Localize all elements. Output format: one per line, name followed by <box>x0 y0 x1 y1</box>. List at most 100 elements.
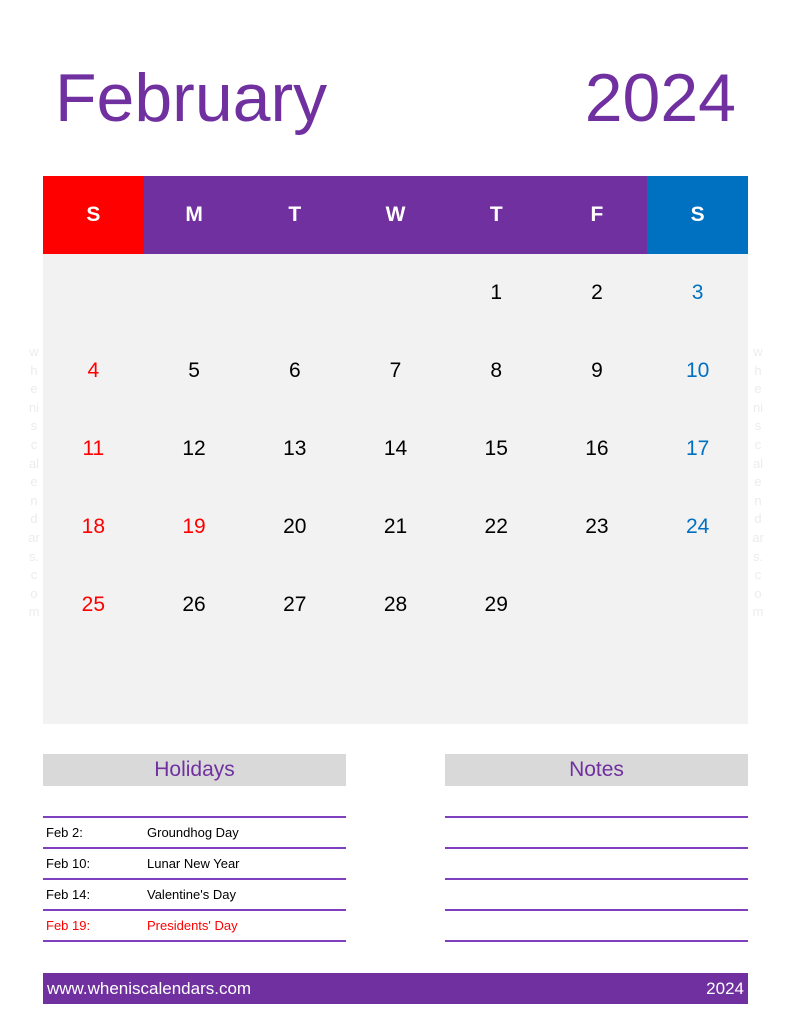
day-cell[interactable]: 7 <box>345 332 446 410</box>
holiday-date: Feb 19: <box>46 918 91 933</box>
day-cell[interactable]: 19 <box>144 488 245 566</box>
empty-day-cell <box>547 566 648 644</box>
empty-day-cell <box>345 644 446 722</box>
holiday-name: Lunar New Year <box>147 856 240 871</box>
holiday-row: Feb 2: Groundhog Day <box>46 818 346 847</box>
day-cell[interactable]: 26 <box>144 566 245 644</box>
watermark-char: ar <box>28 529 40 545</box>
watermark-char: m <box>752 604 764 620</box>
holiday-date: Feb 10: <box>46 856 91 871</box>
empty-day-cell <box>244 254 345 332</box>
weekday-header-cell: S <box>43 176 144 254</box>
month-title: February <box>55 60 328 136</box>
footer-bar: www.wheniscalendars.com 2024 <box>43 973 748 1004</box>
watermark-char: s. <box>28 548 40 564</box>
day-cell[interactable]: 17 <box>647 410 748 488</box>
day-cell[interactable]: 18 <box>43 488 144 566</box>
weekday-header-cell: W <box>345 176 446 254</box>
day-cell[interactable]: 21 <box>345 488 446 566</box>
day-cell[interactable]: 25 <box>43 566 144 644</box>
watermark-char: c <box>30 436 38 452</box>
watermark-char: ni <box>752 399 764 415</box>
day-cell[interactable]: 5 <box>144 332 245 410</box>
day-cell[interactable]: 14 <box>345 410 446 488</box>
holidays-header: Holidays <box>43 754 346 786</box>
footer-url[interactable]: www.wheniscalendars.com <box>47 979 251 999</box>
watermark-char: al <box>752 455 764 471</box>
watermark-char: s <box>754 418 762 434</box>
notes-line[interactable] <box>445 816 748 818</box>
watermark-char: e <box>754 381 762 397</box>
day-cell[interactable]: 10 <box>647 332 748 410</box>
empty-day-cell <box>43 644 144 722</box>
empty-day-cell <box>345 254 446 332</box>
holiday-date: Feb 14: <box>46 887 91 902</box>
day-cell[interactable]: 11 <box>43 410 144 488</box>
day-cell[interactable]: 6 <box>244 332 345 410</box>
empty-day-cell <box>647 566 748 644</box>
watermark-char: o <box>30 585 38 601</box>
holiday-divider <box>43 940 346 942</box>
day-cell[interactable]: 29 <box>446 566 547 644</box>
watermark-char: m <box>28 604 40 620</box>
watermark-char: o <box>754 585 762 601</box>
watermark-char: d <box>30 511 38 527</box>
watermark-char: w <box>29 344 39 359</box>
watermark-char: n <box>754 492 762 508</box>
notes-line[interactable] <box>445 940 748 942</box>
holiday-name: Groundhog Day <box>147 825 239 840</box>
day-cell[interactable]: 23 <box>547 488 648 566</box>
empty-day-cell <box>647 644 748 722</box>
watermark-char: ni <box>28 399 40 415</box>
day-cell[interactable]: 24 <box>647 488 748 566</box>
watermark-char: e <box>30 474 38 490</box>
weekday-header-cell: T <box>445 176 547 254</box>
day-cell[interactable]: 28 <box>345 566 446 644</box>
notes-line[interactable] <box>445 847 748 849</box>
day-cell[interactable]: 4 <box>43 332 144 410</box>
watermark-char: s <box>30 418 38 434</box>
empty-day-cell <box>144 254 245 332</box>
calendar-grid: 1 2 3 4 5 6 7 8 9 10 11 12 13 14 15 16 17 18 19 20 21 22 23 24 2… <box>43 254 748 724</box>
weekday-header-row: SMTWTFS <box>43 176 749 254</box>
day-cell[interactable]: 3 <box>647 254 748 332</box>
watermark-right: w h e ni s c al e n d ar s. c o m <box>748 343 768 622</box>
empty-day-cell <box>144 644 245 722</box>
holiday-name: Valentine's Day <box>147 887 236 902</box>
holiday-date: Feb 2: <box>46 825 83 840</box>
day-cell[interactable]: 12 <box>144 410 245 488</box>
holiday-name: Presidents' Day <box>147 918 238 933</box>
day-cell[interactable]: 20 <box>244 488 345 566</box>
holiday-row: Feb 10: Lunar New Year <box>46 849 346 878</box>
watermark-char: c <box>30 567 38 583</box>
watermark-char: e <box>30 381 38 397</box>
day-cell[interactable]: 2 <box>547 254 648 332</box>
holiday-row: Feb 19: Presidents' Day <box>46 911 346 940</box>
empty-day-cell <box>547 644 648 722</box>
weekday-header-cell: T <box>244 176 346 254</box>
watermark-char: al <box>28 455 40 471</box>
empty-day-cell <box>43 254 144 332</box>
day-cell[interactable]: 9 <box>547 332 648 410</box>
holiday-row: Feb 14: Valentine's Day <box>46 880 346 909</box>
weekday-header-cell: S <box>647 176 749 254</box>
weekday-header-cell: M <box>143 176 245 254</box>
watermark-left: w h e ni s c al e n d ar s. c o m <box>24 343 44 622</box>
watermark-char: h <box>754 362 762 378</box>
notes-line[interactable] <box>445 909 748 911</box>
day-cell[interactable]: 27 <box>244 566 345 644</box>
watermark-char: d <box>754 511 762 527</box>
day-cell[interactable]: 15 <box>446 410 547 488</box>
watermark-char: c <box>754 567 762 583</box>
notes-line[interactable] <box>445 878 748 880</box>
day-cell[interactable]: 1 <box>446 254 547 332</box>
empty-day-cell <box>446 644 547 722</box>
day-cell[interactable]: 22 <box>446 488 547 566</box>
watermark-char: c <box>754 436 762 452</box>
day-cell[interactable]: 8 <box>446 332 547 410</box>
weekday-header-cell: F <box>546 176 648 254</box>
watermark-char: e <box>754 474 762 490</box>
day-cell[interactable]: 16 <box>547 410 648 488</box>
empty-day-cell <box>244 644 345 722</box>
day-cell[interactable]: 13 <box>244 410 345 488</box>
